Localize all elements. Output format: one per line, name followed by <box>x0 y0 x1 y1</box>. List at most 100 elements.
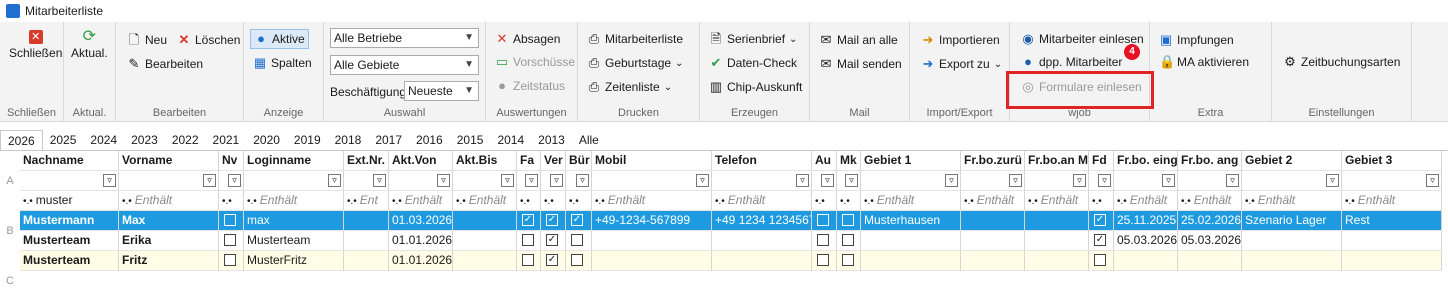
column-header[interactable]: Fr.bo.an M <box>1025 151 1089 171</box>
data-check-button[interactable]: ✔ Daten-Check <box>706 53 800 73</box>
column-header[interactable]: Mobil <box>592 151 712 171</box>
time-status-button[interactable]: ● Zeitstatus <box>492 76 568 96</box>
serial-letter-button[interactable]: 🗎 Serienbrief ⌄ <box>706 29 800 49</box>
table-cell[interactable] <box>712 231 812 251</box>
filter-icon[interactable]: ▿ <box>437 174 450 187</box>
filter-operator-icon[interactable]: •.• <box>1245 196 1255 207</box>
checkbox[interactable] <box>522 253 534 266</box>
checkbox[interactable] <box>842 253 854 266</box>
table-cell[interactable]: Musterteam <box>244 231 344 251</box>
active-toggle-button[interactable]: ● Aktive <box>250 29 309 49</box>
column-header[interactable]: Vorname <box>119 151 219 171</box>
checkbox[interactable] <box>817 213 829 226</box>
table-cell[interactable] <box>1178 251 1242 271</box>
table-cell[interactable] <box>812 231 837 251</box>
column-header[interactable]: Nachname <box>20 151 119 171</box>
filter-cell[interactable]: ▿ <box>453 171 517 191</box>
table-cell[interactable] <box>1242 251 1342 271</box>
filter-operator-icon[interactable]: •.• <box>1181 196 1191 207</box>
table-cell[interactable]: ✓ <box>566 211 592 231</box>
tab-year[interactable]: 2015 <box>450 130 491 150</box>
table-cell[interactable] <box>1242 231 1342 251</box>
checkbox[interactable] <box>817 233 829 246</box>
column-header[interactable]: Akt.Bis <box>453 151 517 171</box>
table-cell[interactable] <box>837 211 861 231</box>
filter-cell[interactable]: ▿ <box>566 171 592 191</box>
filter-operator-icon[interactable]: •.• <box>247 196 257 207</box>
filter-operator-icon[interactable]: •.• <box>23 196 33 207</box>
filter-operator-icon[interactable]: •.• <box>595 196 605 207</box>
filter-cell[interactable]: ▿ <box>592 171 712 191</box>
tab-year[interactable]: 2019 <box>287 130 328 150</box>
filter-cell[interactable]: ▿ <box>1178 171 1242 191</box>
table-cell[interactable]: Max <box>119 211 219 231</box>
filter-operator-icon[interactable]: •.• <box>569 196 579 207</box>
column-header[interactable]: Bür <box>566 151 592 171</box>
table-row[interactable]: Musterteam Erika Musterteam 01.01.2026 ✓ ✓ 05.… <box>0 231 1448 251</box>
filter-icon[interactable]: ▿ <box>525 174 538 187</box>
filter-input[interactable]: •.• <box>837 191 861 211</box>
filter-icon[interactable]: ▿ <box>1162 174 1175 187</box>
table-cell[interactable]: ✓ <box>541 251 566 271</box>
table-cell[interactable] <box>1025 211 1089 231</box>
filter-input[interactable]: •.• Enthält <box>1242 191 1342 211</box>
filter-input[interactable]: •.• Enthält <box>119 191 219 211</box>
tab-year[interactable]: 2018 <box>328 130 369 150</box>
table-cell[interactable] <box>961 231 1025 251</box>
filter-icon[interactable]: ▿ <box>576 174 589 187</box>
filter-cell[interactable]: ▿ <box>1342 171 1442 191</box>
filter-input-row[interactable]: •.• muster •.• Enthält •.• •.• Enthält •.• Ent •.… <box>0 191 1448 211</box>
filter-input[interactable]: •.• Enthält <box>453 191 517 211</box>
table-cell[interactable]: ✓ <box>517 211 541 231</box>
filter-cell[interactable]: ▿ <box>1025 171 1089 191</box>
filter-icon[interactable]: ▿ <box>1326 174 1339 187</box>
vaccinations-button[interactable]: ▣ Impfungen <box>1156 30 1237 50</box>
table-cell[interactable] <box>1025 231 1089 251</box>
filter-input[interactable]: •.• <box>812 191 837 211</box>
filter-input[interactable]: •.• Enthält <box>861 191 961 211</box>
filter-cell[interactable]: ▿ <box>712 171 812 191</box>
table-cell[interactable]: Szenario Lager <box>1242 211 1342 231</box>
filter-cell[interactable]: ▿ <box>812 171 837 191</box>
table-cell[interactable] <box>861 231 961 251</box>
table-cell[interactable] <box>219 211 244 231</box>
checkbox[interactable]: ✓ <box>522 213 534 226</box>
filter-cell[interactable]: ▿ <box>344 171 389 191</box>
mail-all-button[interactable]: ✉ Mail an alle <box>816 30 901 50</box>
filter-cell[interactable]: ▿ <box>1089 171 1114 191</box>
filter-operator-icon[interactable]: •.• <box>544 196 554 207</box>
chip-info-button[interactable]: ▥ Chip-Auskunft <box>706 77 805 97</box>
filter-operator-icon[interactable]: •.• <box>840 196 850 207</box>
table-cell[interactable]: Musterteam <box>20 231 119 251</box>
filter-operator-icon[interactable]: •.• <box>122 196 132 207</box>
filter-icon[interactable]: ▿ <box>696 174 709 187</box>
checkbox[interactable] <box>817 253 829 266</box>
tab-year[interactable]: 2020 <box>246 130 287 150</box>
column-header[interactable]: Ver <box>541 151 566 171</box>
table-cell[interactable] <box>837 251 861 271</box>
table-cell[interactable] <box>1025 251 1089 271</box>
filter-icon[interactable]: ▿ <box>203 174 216 187</box>
column-header[interactable]: Ext.Nr. <box>344 151 389 171</box>
filter-input[interactable]: •.• Enthält <box>961 191 1025 211</box>
table-cell[interactable]: Erika <box>119 231 219 251</box>
filter-input[interactable]: •.• <box>541 191 566 211</box>
table-cell[interactable] <box>453 251 517 271</box>
area-select[interactable]: Alle Gebiete ▼ <box>330 55 479 75</box>
checkbox[interactable] <box>224 253 236 266</box>
print-employee-list-button[interactable]: ⎙ Mitarbeiterliste <box>584 29 686 49</box>
table-cell[interactable]: 01.03.2026 <box>389 211 453 231</box>
filter-input[interactable]: •.• Enthält <box>1114 191 1178 211</box>
filter-input[interactable]: •.• muster <box>20 191 119 211</box>
column-header[interactable]: Akt.Von <box>389 151 453 171</box>
column-header[interactable]: Fa <box>517 151 541 171</box>
table-cell[interactable] <box>453 231 517 251</box>
table-cell[interactable] <box>961 211 1025 231</box>
checkbox[interactable]: ✓ <box>571 213 583 226</box>
column-header[interactable]: Fd <box>1089 151 1114 171</box>
send-mail-button[interactable]: ✉ Mail senden <box>816 54 905 74</box>
checkbox[interactable] <box>571 233 583 246</box>
filter-icon[interactable]: ▿ <box>103 174 116 187</box>
column-header[interactable]: Mk <box>837 151 861 171</box>
refresh-button[interactable]: ⟳ Aktual. <box>68 29 111 61</box>
